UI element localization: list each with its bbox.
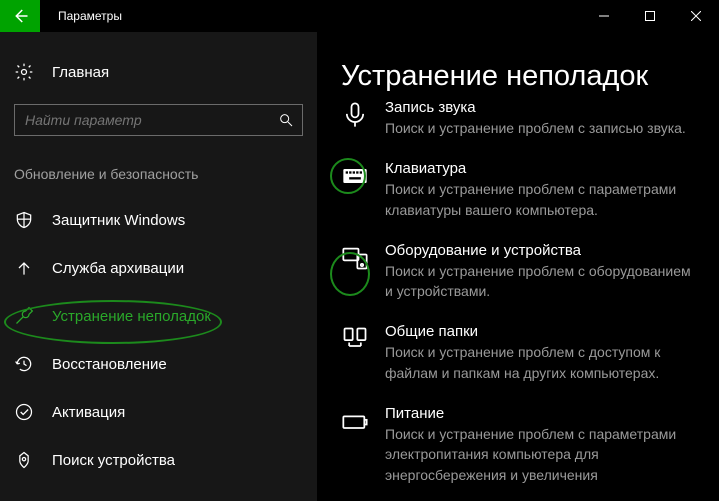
sidebar-item-label: Активация [52,404,125,421]
sidebar-item-label: Служба архивации [52,260,184,277]
window-controls [581,0,719,32]
content-area: Устранение неполадок Запись звука Поиск … [317,32,719,501]
sidebar-item-backup[interactable]: Служба архивации [0,244,317,292]
sidebar-item-label: Устранение неполадок [52,308,211,325]
keyboard-icon [341,162,369,190]
troubleshooter-title: Запись звука [385,99,697,116]
troubleshooter-title: Клавиатура [385,160,697,177]
troubleshooter-title: Оборудование и устройства [385,242,697,259]
maximize-icon [645,11,655,21]
find-device-icon [14,450,34,470]
wrench-icon [14,306,34,326]
troubleshooter-title: Питание [385,405,697,422]
troubleshooter-shared-folders[interactable]: Общие папки Поиск и устранение проблем с… [341,323,697,383]
troubleshooter-desc: Поиск и устранение проблем с параметрами… [385,424,697,485]
search-input[interactable] [25,112,278,128]
troubleshooter-desc: Поиск и устранение проблем с оборудовани… [385,261,697,302]
search-box[interactable] [14,104,303,136]
sidebar-item-findmydevice[interactable]: Поиск устройства [0,436,317,484]
sidebar-nav: Защитник Windows Служба архивации Устран… [0,196,317,484]
sidebar-item-label: Восстановление [52,356,167,373]
sidebar-item-defender[interactable]: Защитник Windows [0,196,317,244]
home-label: Главная [52,64,109,81]
window-title: Параметры [40,0,581,32]
backup-arrow-icon [14,258,34,278]
troubleshooter-keyboard[interactable]: Клавиатура Поиск и устранение проблем с … [341,160,697,220]
sidebar-item-activation[interactable]: Активация [0,388,317,436]
minimize-icon [599,11,609,21]
sidebar-item-label: Поиск устройства [52,452,175,469]
sidebar-item-recovery[interactable]: Восстановление [0,340,317,388]
back-arrow-icon [11,7,29,25]
close-button[interactable] [673,0,719,32]
shield-icon [14,210,34,230]
sidebar-item-label: Защитник Windows [52,212,185,229]
search-icon [278,112,294,128]
troubleshooter-desc: Поиск и устранение проблем с записью зву… [385,118,697,138]
troubleshooter-desc: Поиск и устранение проблем с параметрами… [385,179,697,220]
sidebar-section-title: Обновление и безопасность [0,136,317,196]
battery-icon [341,407,369,435]
sidebar-item-home[interactable]: Главная [0,58,317,92]
maximize-button[interactable] [627,0,673,32]
page-title: Устранение неполадок [341,60,697,93]
microphone-icon [341,101,369,129]
troubleshooter-hardware[interactable]: Оборудование и устройства Поиск и устран… [341,242,697,302]
devices-icon [341,244,369,272]
back-button[interactable] [0,0,40,32]
troubleshooter-power[interactable]: Питание Поиск и устранение проблем с пар… [341,405,697,485]
troubleshooter-audio-recording[interactable]: Запись звука Поиск и устранение проблем … [341,99,697,138]
close-icon [691,11,701,21]
troubleshooter-desc: Поиск и устранение проблем с доступом к … [385,342,697,383]
key-check-icon [14,402,34,422]
history-icon [14,354,34,374]
sidebar: Главная Обновление и безопасность Защитн… [0,32,317,501]
gear-icon [14,62,34,82]
troubleshooter-list: Запись звука Поиск и устранение проблем … [341,107,697,501]
titlebar: Параметры [0,0,719,32]
shared-folders-icon [341,325,369,353]
sidebar-item-troubleshoot[interactable]: Устранение неполадок [0,292,317,340]
troubleshooter-title: Общие папки [385,323,697,340]
minimize-button[interactable] [581,0,627,32]
